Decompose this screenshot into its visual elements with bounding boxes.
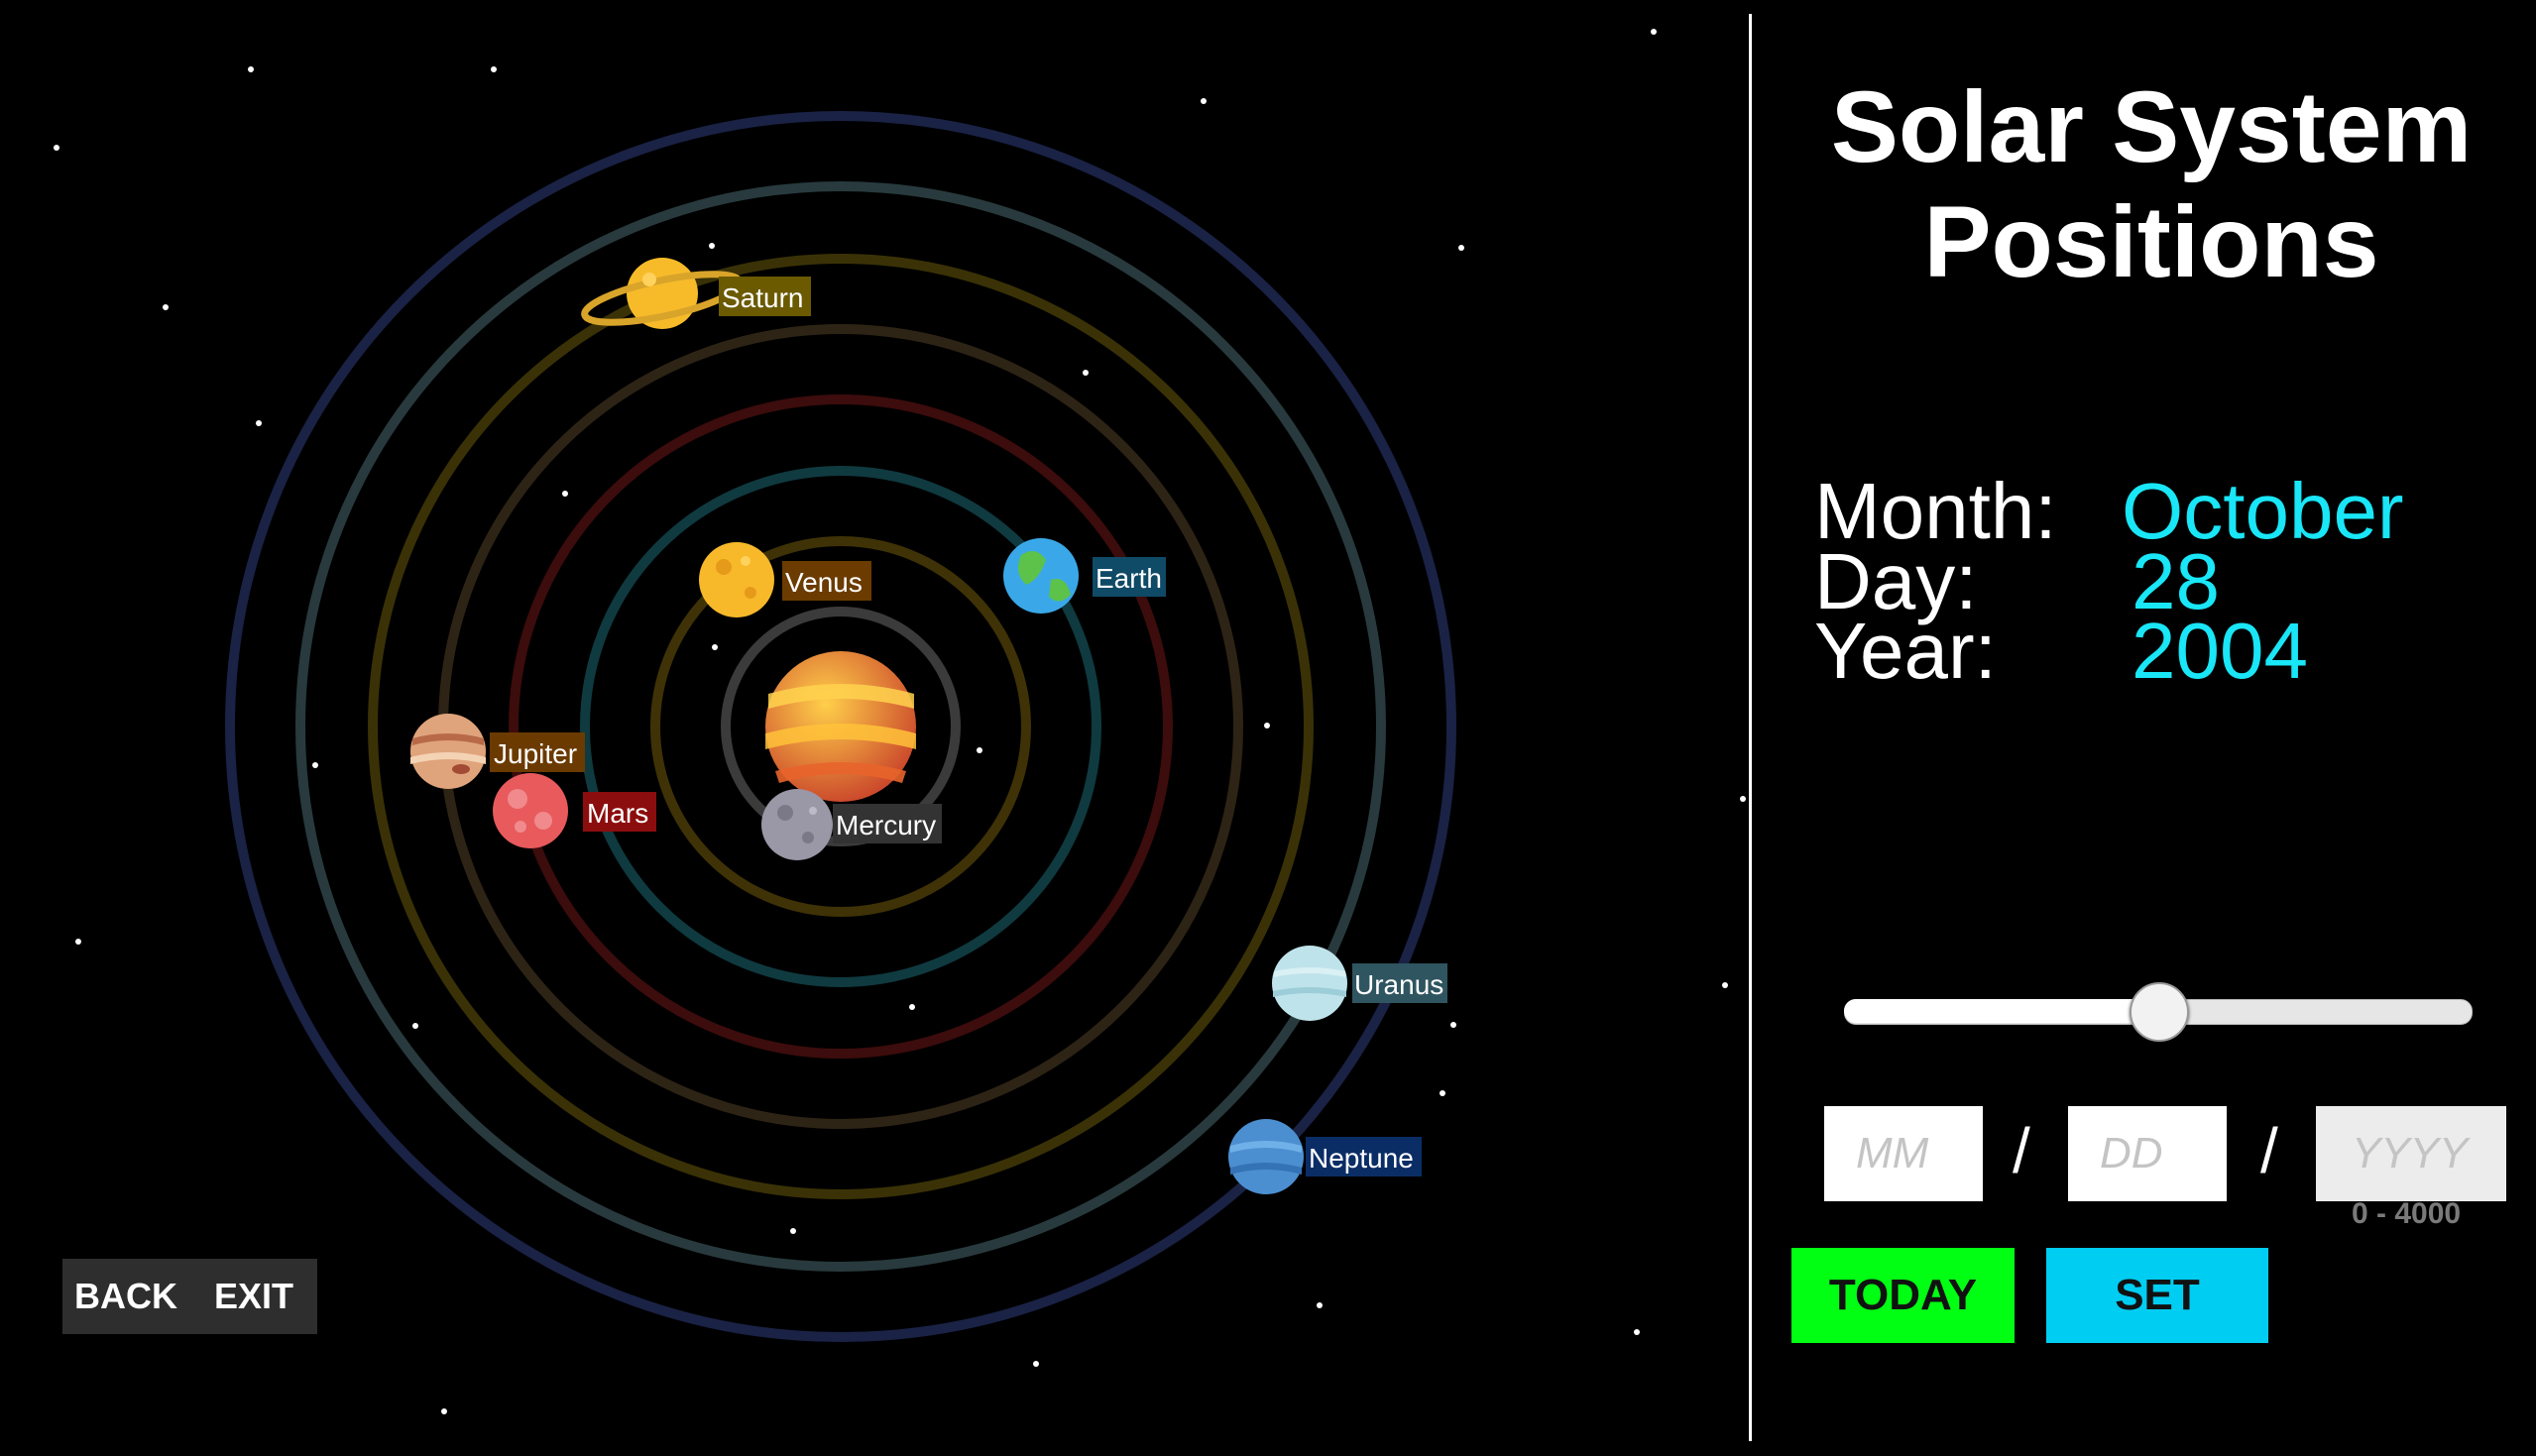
day-input[interactable]: [2068, 1106, 2227, 1201]
year-input[interactable]: [2316, 1106, 2506, 1201]
planet-neptune[interactable]: Neptune: [1228, 1119, 1422, 1194]
planet-label-jupiter: Jupiter: [494, 738, 577, 769]
sun-icon: [765, 651, 916, 802]
venus-icon: [699, 542, 774, 617]
year-range-hint: 0 - 4000: [2352, 1197, 2462, 1230]
planet-label-mercury: Mercury: [836, 810, 936, 840]
month-input[interactable]: [1824, 1106, 1983, 1201]
planet-label-neptune: Neptune: [1309, 1143, 1414, 1174]
page-title: Solar System Positions: [1830, 70, 2473, 298]
date-slider-fill: [1844, 999, 2157, 1023]
neptune-icon: [1228, 1119, 1304, 1194]
planet-label-saturn: Saturn: [722, 282, 804, 313]
mars-icon: [493, 773, 568, 848]
planet-label-earth: Earth: [1095, 563, 1162, 594]
today-button[interactable]: TODAY: [1791, 1248, 2015, 1343]
back-button[interactable]: BACK: [74, 1259, 177, 1334]
earth-icon: [1003, 538, 1079, 614]
date-separator-2: /: [2260, 1115, 2278, 1186]
planet-mars[interactable]: Mars: [493, 773, 656, 848]
panel-divider: [1749, 14, 1752, 1441]
exit-button[interactable]: EXIT: [214, 1259, 293, 1334]
planet-uranus[interactable]: Uranus: [1272, 946, 1447, 1021]
planet-label-uranus: Uranus: [1354, 969, 1443, 1000]
set-button[interactable]: SET: [2046, 1248, 2268, 1343]
uranus-icon: [1272, 946, 1347, 1021]
planet-label-venus: Venus: [785, 567, 863, 598]
date-separator-1: /: [2013, 1115, 2030, 1186]
year-value: 2004: [2132, 607, 2308, 695]
mercury-icon: [761, 789, 833, 860]
planet-label-mars: Mars: [587, 798, 648, 829]
date-slider-thumb[interactable]: [2130, 982, 2189, 1042]
year-label: Year:: [1814, 607, 1997, 695]
planet-saturn[interactable]: Saturn: [581, 258, 811, 332]
planet-jupiter[interactable]: Jupiter: [410, 714, 585, 789]
jupiter-icon: [410, 714, 486, 789]
